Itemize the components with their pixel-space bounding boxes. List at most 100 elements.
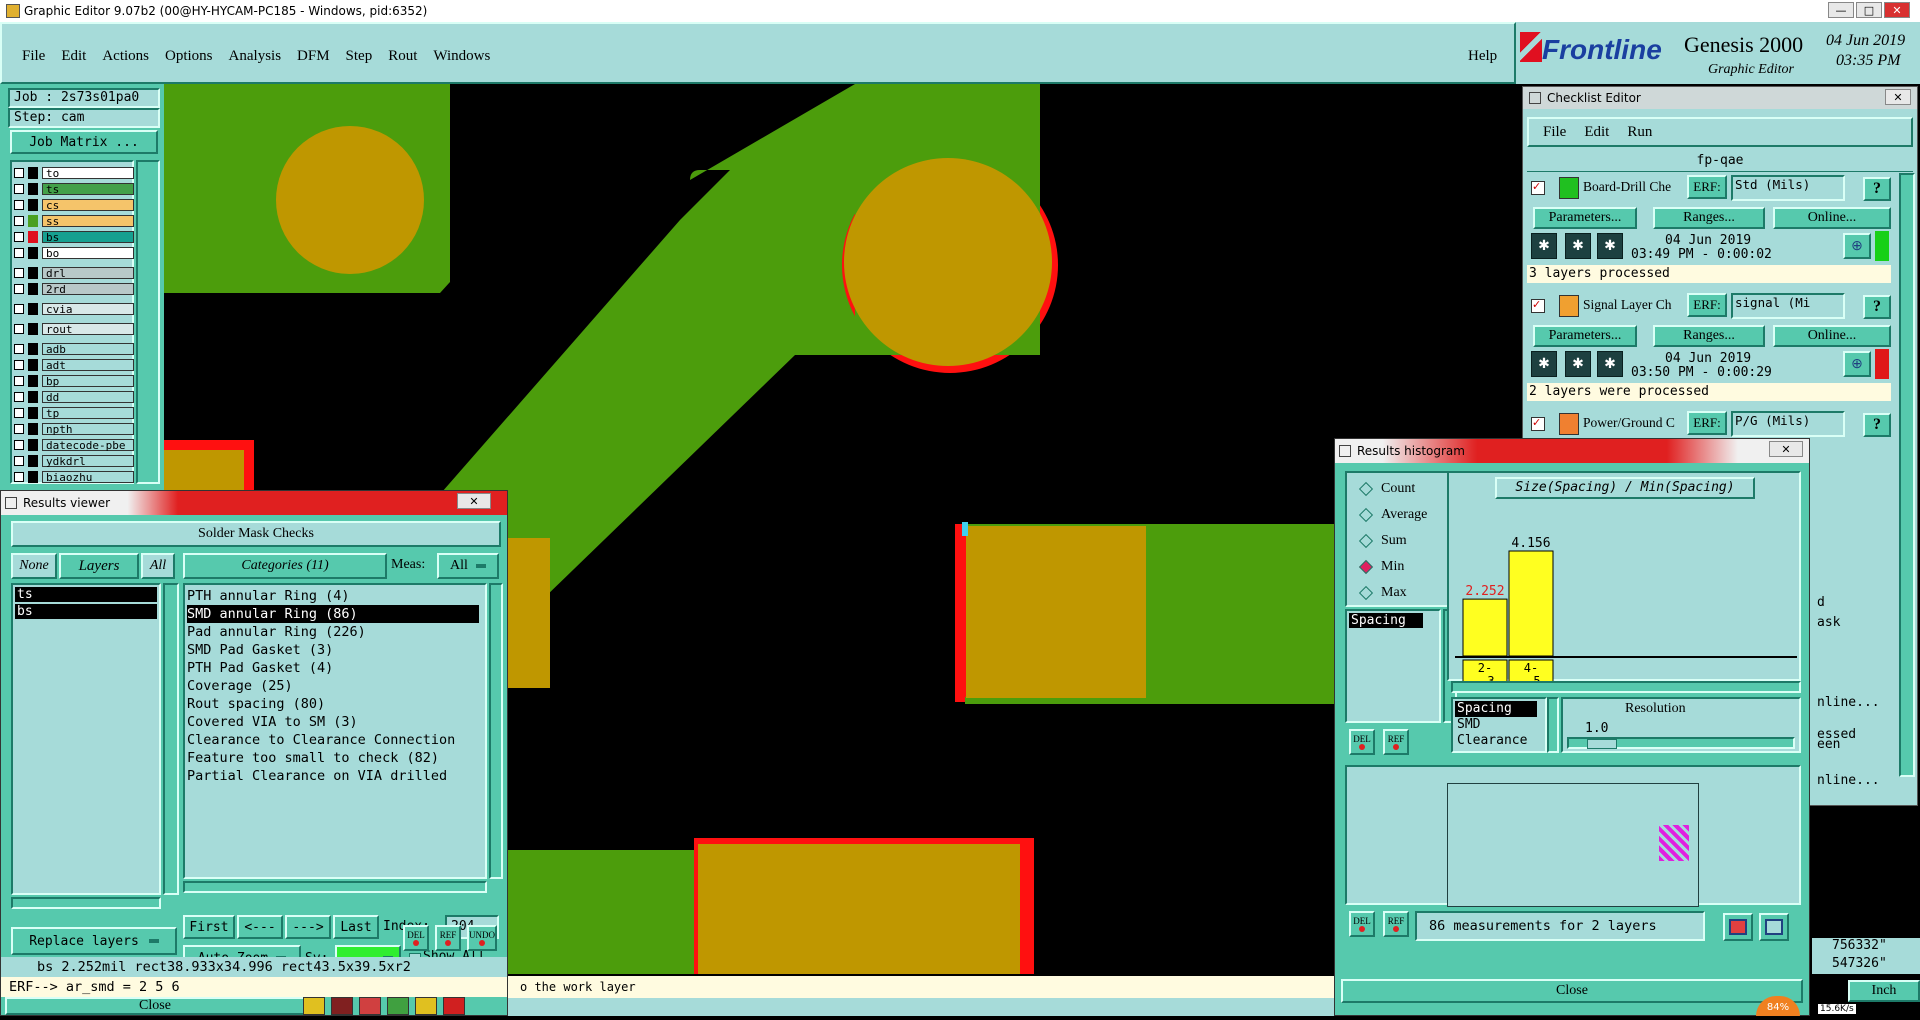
histogram-hscrollbar[interactable]: [1451, 681, 1801, 693]
hist-ref-button-2[interactable]: REF: [1383, 911, 1409, 937]
layer-row-cvia[interactable]: cvia: [14, 302, 134, 316]
tool-icon[interactable]: [359, 997, 381, 1015]
category-item[interactable]: Feature too small to check (82): [187, 749, 485, 767]
layer-checkbox[interactable]: [14, 360, 24, 370]
layer-row-bp[interactable]: bp: [14, 374, 134, 388]
run-step-icon[interactable]: ✱: [1597, 351, 1623, 377]
layer-row-tp[interactable]: tp: [14, 406, 134, 420]
checklist-scrollbar[interactable]: [1899, 173, 1915, 777]
layer-row-2rd[interactable]: 2rd: [14, 282, 134, 296]
menu-item-file[interactable]: File: [22, 48, 45, 65]
menu-help[interactable]: Help: [1468, 48, 1497, 65]
hist-del-button-2[interactable]: DEL: [1349, 911, 1375, 937]
category-item[interactable]: Partial Clearance on VIA drilled: [187, 767, 485, 785]
layer-row-rout[interactable]: rout: [14, 322, 134, 336]
layer-row-to[interactable]: to: [14, 166, 134, 180]
layer-results-list[interactable]: ts bs: [11, 583, 161, 895]
category-item[interactable]: PTH Pad Gasket (4): [187, 659, 485, 677]
action-name[interactable]: Signal Layer Ch: [1583, 297, 1687, 313]
menu-item-actions[interactable]: Actions: [102, 48, 149, 65]
job-matrix-button[interactable]: Job Matrix ...: [10, 130, 158, 154]
tool-icon[interactable]: [415, 997, 437, 1015]
layer-row-cs[interactable]: cs: [14, 198, 134, 212]
layer-list[interactable]: to ts cs ss bs bo drl 2rd cvia rout adb adt bp dd tp np…: [10, 160, 134, 484]
erf-value[interactable]: signal (Mi: [1731, 293, 1845, 319]
del-button[interactable]: DEL: [403, 925, 429, 951]
layer-results-scrollbar[interactable]: [163, 583, 179, 895]
slider-thumb[interactable]: [1587, 739, 1617, 749]
menu-item-edit[interactable]: Edit: [61, 48, 86, 65]
undo-button[interactable]: UNDO: [467, 925, 497, 951]
erf-button[interactable]: ERF:: [1687, 175, 1727, 199]
first-button[interactable]: First: [183, 915, 235, 939]
category-item[interactable]: Clearance to Clearance Connection: [187, 731, 485, 749]
last-button[interactable]: Last: [333, 915, 379, 939]
category-item[interactable]: PTH annular Ring (4): [187, 587, 485, 605]
layer-checkbox[interactable]: [14, 232, 24, 242]
zoom-view-button[interactable]: [1723, 913, 1753, 941]
layer-checkbox[interactable]: [14, 284, 24, 294]
resolution-slider[interactable]: [1567, 737, 1795, 749]
layer-row-ss[interactable]: ss: [14, 214, 134, 228]
run-all-icon[interactable]: ✱: [1565, 233, 1591, 259]
action-checkbox[interactable]: ✓: [1531, 299, 1545, 313]
help-button[interactable]: ?: [1863, 413, 1891, 437]
erf-value[interactable]: Std (Mils): [1731, 175, 1845, 201]
layer-row-dd[interactable]: dd: [14, 390, 134, 404]
mode-radio-min[interactable]: Min: [1358, 559, 1404, 575]
category-item[interactable]: SMD Pad Gasket (3): [187, 641, 485, 659]
layer-row-biaozhu[interactable]: biaozhu: [14, 470, 134, 484]
measurement-list[interactable]: Spacing: [1345, 609, 1441, 723]
layer-checkbox[interactable]: [14, 168, 24, 178]
hist-category-item[interactable]: Clearance: [1455, 733, 1543, 749]
parameters-button[interactable]: Parameters...: [1533, 325, 1637, 347]
zoom-results-icon[interactable]: ⊕: [1843, 233, 1871, 259]
layer-checkbox[interactable]: [14, 392, 24, 402]
mode-radio-average[interactable]: Average: [1358, 507, 1427, 523]
layer-checkbox[interactable]: [14, 216, 24, 226]
categories-button[interactable]: Categories (11): [183, 553, 387, 579]
layer-checkbox[interactable]: [14, 268, 24, 278]
layer-results-hscrollbar[interactable]: [11, 897, 161, 909]
layer-row-drl[interactable]: drl: [14, 266, 134, 280]
menu-item-dfm[interactable]: DFM: [297, 48, 330, 65]
hist-category-item[interactable]: Spacing: [1455, 701, 1537, 717]
layer-checkbox[interactable]: [14, 248, 24, 258]
histogram-bar[interactable]: [1508, 550, 1554, 657]
layer-row-bo[interactable]: bo: [14, 246, 134, 260]
histogram-close-button[interactable]: ✕: [1769, 441, 1803, 457]
prev-button[interactable]: <---: [237, 915, 283, 939]
category-item[interactable]: SMD annular Ring (86): [187, 605, 479, 623]
tool-icon[interactable]: [387, 997, 409, 1015]
action-checkbox[interactable]: ✓: [1531, 181, 1545, 195]
mode-radio-sum[interactable]: Sum: [1358, 533, 1407, 549]
layers-button[interactable]: Layers: [59, 553, 139, 579]
action-name[interactable]: Power/Ground C: [1583, 415, 1687, 431]
category-selector[interactable]: Spacing SMD Clearance: [1451, 697, 1547, 753]
layer-checkbox[interactable]: [14, 440, 24, 450]
category-list-hscrollbar[interactable]: [183, 881, 487, 893]
run-step-icon[interactable]: ✱: [1597, 233, 1623, 259]
menu-item-analysis[interactable]: Analysis: [229, 48, 282, 65]
results-viewer-close-button[interactable]: ✕: [457, 493, 491, 509]
replace-layers-dropdown[interactable]: Replace layers: [11, 927, 177, 955]
hist-del-button[interactable]: DEL: [1349, 729, 1375, 755]
action-checkbox[interactable]: ✓: [1531, 417, 1545, 431]
mode-radio-count[interactable]: Count: [1358, 481, 1415, 497]
category-item[interactable]: Covered VIA to SM (3): [187, 713, 485, 731]
menu-item-step[interactable]: Step: [346, 48, 373, 65]
erf-value[interactable]: P/G (Mils): [1731, 411, 1845, 437]
checklist-menu-run[interactable]: Run: [1627, 124, 1652, 141]
measurement-item-spacing[interactable]: Spacing: [1349, 613, 1423, 628]
category-item[interactable]: Coverage (25): [187, 677, 485, 695]
run-icon[interactable]: ✱: [1531, 351, 1557, 377]
layer-row-adt[interactable]: adt: [14, 358, 134, 372]
run-all-icon[interactable]: ✱: [1565, 351, 1591, 377]
hist-ref-button[interactable]: REF: [1383, 729, 1409, 755]
layer-row-bs[interactable]: bs: [14, 230, 134, 244]
minimize-button[interactable]: —: [1828, 2, 1854, 18]
ranges-button[interactable]: Ranges...: [1653, 207, 1765, 229]
results-viewer-close[interactable]: Close: [5, 997, 305, 1015]
zoom-results-icon[interactable]: ⊕: [1843, 351, 1871, 377]
close-button[interactable]: ✕: [1884, 2, 1910, 18]
